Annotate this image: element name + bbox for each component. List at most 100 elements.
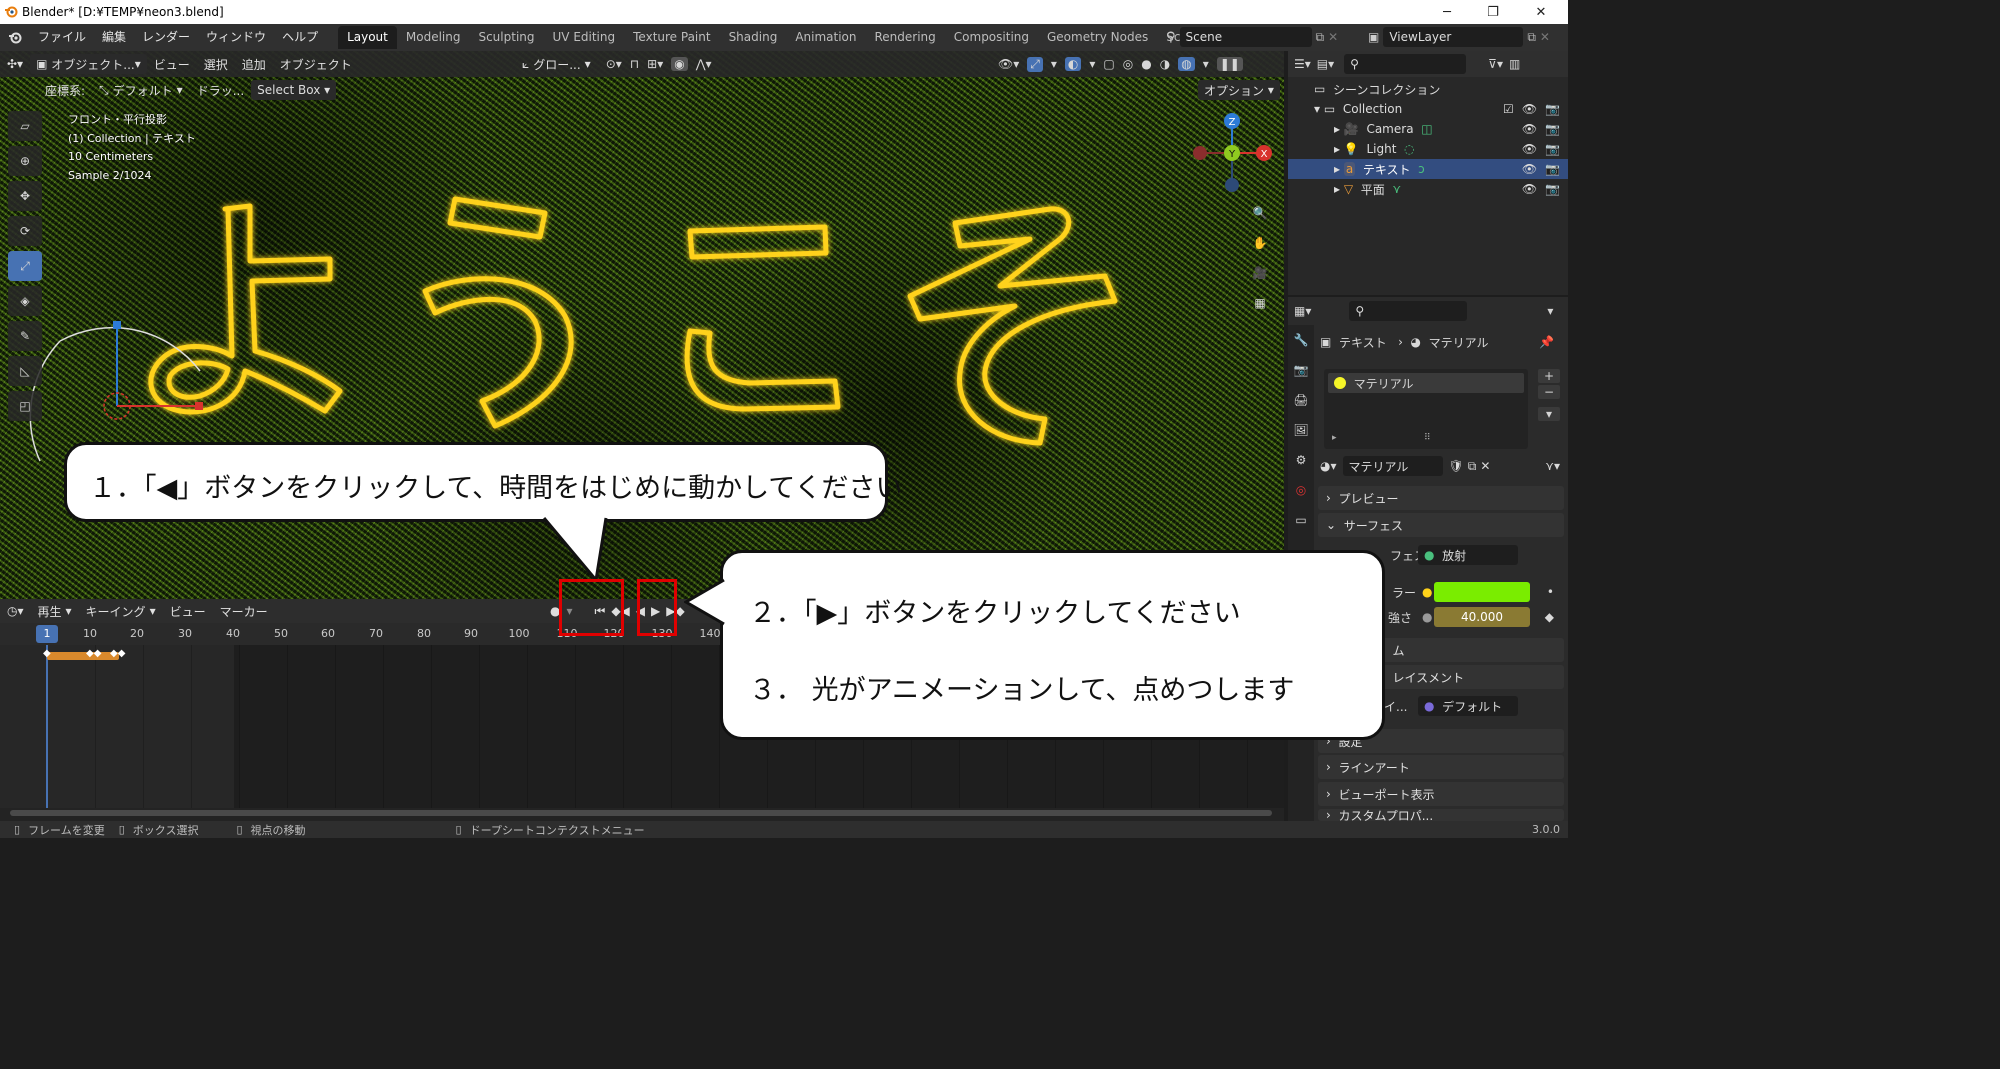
camera-view-icon[interactable]: 🎥 bbox=[1248, 261, 1272, 285]
outliner-item-plane[interactable]: ▸ ▽ 平面 ⋎ 👁 📷 bbox=[1288, 179, 1568, 199]
outliner-editor-type-icon[interactable]: ☰▾ bbox=[1294, 57, 1311, 71]
material-browse-icon[interactable]: ◕▾ bbox=[1320, 459, 1337, 473]
gizmo-toggle-icon[interactable]: ⤢ bbox=[1027, 56, 1043, 72]
node-link-icon[interactable]: ⋎▾ bbox=[1545, 459, 1560, 473]
light-data-icon[interactable]: ◌ bbox=[1404, 142, 1414, 156]
material-slot-item[interactable]: マテリアル bbox=[1328, 373, 1524, 393]
close-button[interactable]: ✕ bbox=[1518, 0, 1564, 24]
render-camera-icon[interactable]: 📷 bbox=[1545, 162, 1560, 176]
tab-uv-editing[interactable]: UV Editing bbox=[544, 26, 625, 49]
resize-grip-icon[interactable]: ⠿ bbox=[1424, 433, 1431, 443]
proportional-edit-icon[interactable]: ◉ bbox=[671, 57, 688, 71]
duplicate-material-icon[interactable]: ⧉ bbox=[1468, 459, 1477, 474]
menu-add[interactable]: 追加 bbox=[235, 56, 273, 73]
properties-editor-type-icon[interactable]: ▦▾ bbox=[1294, 304, 1311, 318]
tab-sculpting[interactable]: Sculpting bbox=[469, 26, 543, 49]
expand-arrow-icon[interactable]: ▸ bbox=[1334, 162, 1340, 176]
playback-menu[interactable]: 再生 ▾ bbox=[31, 603, 79, 620]
scale-tool-icon[interactable]: ⤢ bbox=[8, 251, 42, 281]
annotate-tool-icon[interactable]: ✎ bbox=[8, 321, 42, 351]
expand-arrow-icon[interactable]: ▸ bbox=[1334, 142, 1340, 156]
mode-dropdown[interactable]: ▣ オブジェクト... ▾ bbox=[30, 54, 147, 74]
measure-tool-icon[interactable]: ◺ bbox=[8, 356, 42, 386]
panel-preview[interactable]: › プレビュー bbox=[1318, 486, 1564, 510]
zoom-icon[interactable]: 🔍 bbox=[1248, 201, 1272, 225]
render-camera-icon[interactable]: 📷 bbox=[1545, 122, 1560, 136]
navigation-gizmo[interactable]: Z Y X bbox=[1193, 113, 1272, 192]
render-camera-icon[interactable]: 📷 bbox=[1545, 182, 1560, 196]
emission-strength-field[interactable]: 40.000 bbox=[1434, 607, 1530, 627]
menu-view[interactable]: ビュー bbox=[147, 56, 197, 73]
shading-wireframe-icon[interactable]: ◎ bbox=[1123, 57, 1133, 71]
menu-edit[interactable]: 編集 bbox=[94, 24, 134, 51]
overlay-toggle-icon[interactable]: ◐ bbox=[1064, 57, 1082, 71]
tab-rendering[interactable]: Rendering bbox=[866, 26, 945, 49]
view-layer-field[interactable]: ViewLayer bbox=[1383, 27, 1524, 47]
pin-icon[interactable]: 📌 bbox=[1539, 335, 1554, 349]
expand-arrow-icon[interactable]: ▸ bbox=[1332, 433, 1337, 443]
material-name-field[interactable]: マテリアル bbox=[1342, 456, 1443, 476]
xray-icon[interactable]: ▢ bbox=[1103, 57, 1114, 71]
cursor-tool-icon[interactable]: ⊕ bbox=[8, 146, 42, 176]
menu-help[interactable]: ヘルプ bbox=[274, 24, 326, 51]
snap-icon[interactable]: ⊓ bbox=[630, 57, 639, 71]
menu-file[interactable]: ファイル bbox=[30, 24, 94, 51]
overlay-dropdown-icon[interactable]: ▾ bbox=[1089, 57, 1095, 71]
transform-gizmo[interactable] bbox=[29, 321, 203, 462]
mesh-data-icon[interactable]: ⋎ bbox=[1392, 182, 1401, 196]
keyframe-diamond[interactable]: ◆◆ bbox=[110, 648, 125, 659]
select-box-tool-icon[interactable]: ▱ bbox=[8, 111, 42, 141]
outliner-item-collection[interactable]: ▾ ▭ Collection ☑ 👁 📷 bbox=[1288, 99, 1568, 119]
blender-menu-icon[interactable] bbox=[0, 31, 30, 45]
menu-object[interactable]: オブジェクト bbox=[273, 56, 359, 73]
world-tab-icon[interactable]: ◎ bbox=[1288, 475, 1314, 505]
snap-target-icon[interactable]: ⊞▾ bbox=[647, 57, 663, 71]
falloff-icon[interactable]: ⋀▾ bbox=[696, 57, 712, 71]
tab-modeling[interactable]: Modeling bbox=[397, 26, 470, 49]
exclude-checkbox[interactable]: ☑ bbox=[1503, 102, 1514, 116]
keyframe-diamond[interactable]: ◆◆ bbox=[86, 648, 101, 659]
panel-viewport-display[interactable]: › ビューポート表示 bbox=[1318, 782, 1564, 806]
properties-search-input[interactable]: ⚲ bbox=[1349, 301, 1468, 321]
panel-lineart[interactable]: › ラインアート bbox=[1318, 755, 1564, 779]
coord-system-dropdown[interactable]: ⤡ デフォルト ▾ bbox=[92, 82, 190, 99]
maximize-button[interactable]: ❐ bbox=[1470, 0, 1516, 24]
panel-surface[interactable]: ⌄ サーフェス bbox=[1318, 513, 1564, 537]
expand-arrow-icon[interactable]: ▸ bbox=[1334, 122, 1340, 136]
displacement-field[interactable]: ● デフォルト bbox=[1418, 696, 1518, 716]
properties-options-icon[interactable]: ▾ bbox=[1547, 304, 1553, 318]
scene-field[interactable]: Scene bbox=[1179, 27, 1312, 47]
shading-solid-icon[interactable]: ● bbox=[1141, 57, 1151, 71]
pan-hand-icon[interactable]: ✋ bbox=[1248, 231, 1272, 255]
outliner-item-light[interactable]: ▸ 💡 Light ◌ 👁 📷 bbox=[1288, 139, 1568, 159]
eye-icon[interactable]: 👁 bbox=[1522, 102, 1537, 116]
timeline-view-menu[interactable]: ビュー bbox=[163, 603, 213, 620]
add-slot-button[interactable]: + bbox=[1538, 369, 1560, 383]
filter-icon[interactable]: ⊽▾ bbox=[1488, 57, 1503, 71]
copy-view-layer-icon[interactable]: ⧉ bbox=[1527, 30, 1536, 45]
fake-user-icon[interactable]: 🛡 bbox=[1449, 459, 1464, 473]
keying-menu[interactable]: キーイング ▾ bbox=[79, 603, 163, 620]
current-frame-indicator[interactable]: 1 bbox=[36, 625, 58, 643]
eye-icon[interactable]: 👁 bbox=[1522, 122, 1537, 136]
remove-scene-icon[interactable]: ✕ bbox=[1328, 30, 1338, 44]
render-tab-icon[interactable]: 📷 bbox=[1288, 355, 1314, 385]
options-dropdown[interactable]: オプション ▾ bbox=[1198, 80, 1280, 100]
pivot-icon[interactable]: ⊙▾ bbox=[606, 57, 622, 71]
minimize-button[interactable]: ─ bbox=[1424, 0, 1470, 24]
keyframe-range-bar[interactable] bbox=[47, 652, 119, 660]
keyframe-dot-icon[interactable]: • bbox=[1547, 585, 1554, 599]
view-layer-icon[interactable]: ▣ bbox=[1368, 30, 1379, 44]
surface-shader-field[interactable]: ● 放射 bbox=[1418, 545, 1518, 565]
emission-color-swatch[interactable] bbox=[1434, 582, 1530, 602]
tab-layout[interactable]: Layout bbox=[338, 26, 397, 49]
tool-tab-icon[interactable]: 🔧 bbox=[1288, 325, 1314, 355]
panel-custom-properties[interactable]: › カスタムプロパ... bbox=[1318, 809, 1564, 821]
visibility-icon[interactable]: 👁▾ bbox=[998, 57, 1019, 71]
text-data-icon[interactable]: ↄ bbox=[1418, 162, 1425, 176]
shading-dropdown-icon[interactable]: ▾ bbox=[1203, 57, 1209, 71]
scene-tab-icon[interactable]: ⚙ bbox=[1288, 445, 1314, 475]
render-camera-icon[interactable]: 📷 bbox=[1545, 142, 1560, 156]
output-tab-icon[interactable]: 🖨 bbox=[1288, 385, 1314, 415]
remove-slot-button[interactable]: − bbox=[1538, 385, 1560, 399]
